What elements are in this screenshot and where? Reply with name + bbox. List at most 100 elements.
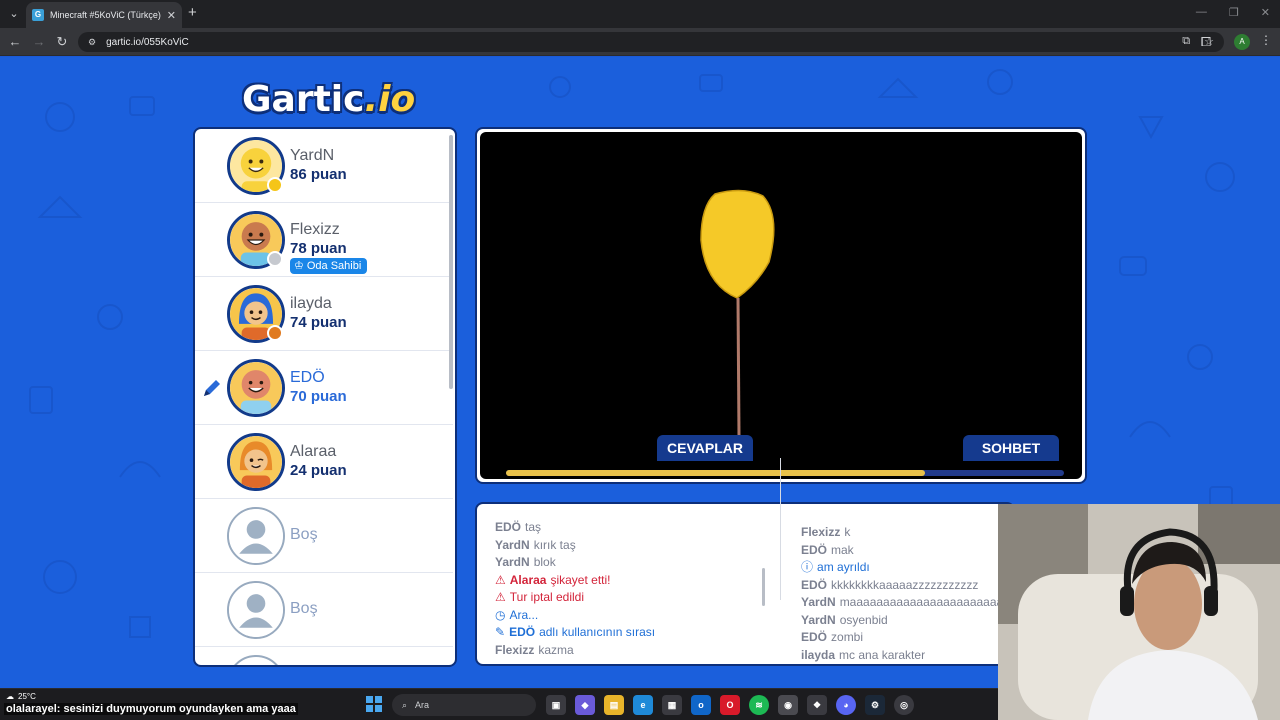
answer-message: EDÖ taş — [495, 520, 542, 534]
windows-start-icon[interactable] — [366, 696, 382, 712]
empty-slot: Boş — [195, 573, 453, 647]
pencil-icon — [204, 380, 220, 396]
chat-message: Flexizz k — [801, 525, 851, 539]
search-icon: ⌕ — [402, 699, 408, 710]
player-card[interactable]: Alaraa 24 puan — [195, 425, 453, 499]
player-name: ilayda — [290, 295, 332, 312]
store-icon[interactable]: ▦ — [662, 695, 682, 715]
tab-chat[interactable]: SOHBET — [963, 435, 1059, 461]
report-alert: ⚠ Alaraa şikayet etti! — [495, 572, 655, 590]
answers-list: EDÖ taş YardN kırık taş YardN blok ⚠ Alaraa ş… — [495, 519, 655, 659]
player-list: YardN 86 puan Flexizz 78 puan ♔ Oda Sahi… — [193, 127, 457, 667]
empty-slot: Boş — [195, 499, 453, 573]
round-timer-bar — [506, 470, 1064, 476]
empty-slot — [195, 647, 453, 665]
player-score: 70 puan — [290, 388, 347, 405]
chat-message: EDÖ mak — [801, 542, 854, 557]
reload-icon[interactable]: ↻ — [54, 34, 70, 50]
favicon-icon: G — [32, 9, 44, 21]
player-score: 74 puan — [290, 314, 347, 331]
player-score: 78 puan — [290, 240, 347, 257]
chat-message: EDÖ kkkkkkkkaaaaazzzzzzzzzzz — [801, 577, 979, 592]
cloud-icon: ☁ — [6, 692, 14, 701]
answer-message: YardN blok — [495, 555, 556, 569]
chat-list: Flexizz k EDÖ mak ⓘ am ayrıldı EDÖ kkkkkkkka… — [801, 524, 1003, 664]
steam-icon[interactable]: ⚙ — [865, 695, 885, 715]
tab-search-icon[interactable]: ⌄ — [6, 6, 22, 22]
crown-icon: ♔ — [294, 260, 304, 272]
tab-answers[interactable]: CEVAPLAR — [657, 435, 753, 461]
weather-widget[interactable]: ☁ 25°C — [6, 692, 36, 701]
player-name: EDÖ — [290, 369, 325, 386]
address-bar: ← → ↻ ⚙ gartic.io/055KoViC ⧉ ☆ ⧠ A ⋮ — [0, 28, 1280, 56]
player-score: 86 puan — [290, 166, 347, 183]
chat-message: EDÖ zombi — [801, 630, 864, 644]
tab-title: Minecraft #5KoViC (Türkçe) - G — [50, 10, 161, 20]
player-card[interactable]: Flexizz 78 puan ♔ Oda Sahibi — [195, 203, 453, 277]
webcam-overlay — [998, 504, 1280, 720]
menu-icon[interactable]: ⋮ — [1260, 33, 1272, 47]
drawing-canvas[interactable] — [480, 132, 1082, 479]
taskbar-apps: ▣ ◆ ▤ e ▦ o O ≋ ◉ ❖ ◕ ⚙ ◎ — [546, 695, 914, 715]
player-card[interactable]: ilayda 74 puan — [195, 277, 453, 351]
round-cancelled-alert: ⚠ Tur iptal edildi — [495, 589, 655, 607]
panel-divider — [780, 458, 781, 600]
browser-tab[interactable]: G Minecraft #5KoViC (Türkçe) - G ✕ — [26, 2, 182, 28]
player-name: YardN — [290, 147, 335, 164]
empty-slot-label: Boş — [290, 600, 318, 617]
new-tab-icon[interactable]: + — [188, 4, 197, 21]
empty-avatar-icon — [227, 655, 285, 665]
task-view-icon[interactable]: ▣ — [546, 695, 566, 715]
spotify-icon[interactable]: ≋ — [749, 695, 769, 715]
app-icon[interactable]: ❖ — [807, 695, 827, 715]
minimize-icon[interactable]: — — [1196, 6, 1207, 19]
close-tab-icon[interactable]: ✕ — [167, 9, 176, 22]
extensions-icon[interactable]: ⧠ — [1198, 34, 1214, 50]
answer-message: Flexizz kazma — [495, 642, 574, 657]
chat-message: YardN maaaaaaaaaaaaaaaaaaaaaaa — [801, 595, 1004, 609]
restore-icon[interactable]: ❐ — [1229, 6, 1239, 19]
player-list-scrollbar[interactable] — [449, 135, 453, 389]
obs-icon[interactable]: ◎ — [894, 695, 914, 715]
window-controls: — ❐ ✕ — [1196, 6, 1270, 19]
player-name: Flexizz — [290, 221, 340, 238]
site-info-icon[interactable]: ⚙ — [88, 37, 96, 48]
taskbar-search[interactable]: ⌕ Ara — [392, 694, 536, 716]
chat-message: ilayda mc ana karakter — [801, 647, 926, 662]
player-name: Alaraa — [290, 443, 337, 460]
close-window-icon[interactable]: ✕ — [1261, 6, 1270, 19]
room-owner-badge: ♔ Oda Sahibi — [290, 258, 368, 274]
empty-slot-label: Boş — [290, 526, 318, 543]
player-card-drawing[interactable]: EDÖ 70 puan — [195, 351, 453, 425]
cast-icon[interactable]: ⧉ — [1182, 35, 1190, 48]
empty-avatar-icon — [227, 581, 285, 639]
empty-avatar-icon — [227, 507, 285, 565]
url-input[interactable]: ⚙ gartic.io/055KoViC ⧉ ☆ — [78, 32, 1224, 52]
warning-icon: ⚠ — [495, 572, 506, 587]
avatar — [227, 359, 285, 417]
url-text: gartic.io/055KoViC — [106, 36, 189, 48]
pencil-icon: ✎ — [495, 625, 506, 639]
opera-icon[interactable]: O — [720, 695, 740, 715]
discord-icon[interactable]: ◕ — [836, 695, 856, 715]
forward-icon[interactable]: → — [31, 34, 47, 49]
warning-icon: ⚠ — [495, 590, 506, 604]
windows-taskbar: ☁ 25°C olalarayel: sesinizi duymuyorum o… — [0, 688, 998, 720]
edge-icon[interactable]: e — [633, 695, 653, 715]
info-icon: ⓘ — [801, 560, 814, 574]
answers-scrollbar[interactable] — [762, 568, 765, 606]
status-indicator — [267, 325, 283, 341]
back-icon[interactable]: ← — [7, 34, 23, 49]
break-notice: ◷ Ara... — [495, 607, 655, 625]
profile-avatar[interactable]: A — [1234, 34, 1250, 50]
file-explorer-icon[interactable]: ▤ — [604, 695, 624, 715]
turn-notice: ✎ EDÖ adlı kullanıcının sırası — [495, 624, 655, 642]
chat-message: YardN osyenbid — [801, 612, 888, 627]
round-timer-fill — [506, 470, 925, 476]
outlook-icon[interactable]: o — [691, 695, 711, 715]
player-card[interactable]: YardN 86 puan — [195, 129, 453, 203]
copilot-icon[interactable]: ◆ — [575, 695, 595, 715]
avatar — [227, 433, 285, 491]
chrome-icon[interactable]: ◉ — [778, 695, 798, 715]
canvas-frame — [475, 127, 1087, 484]
